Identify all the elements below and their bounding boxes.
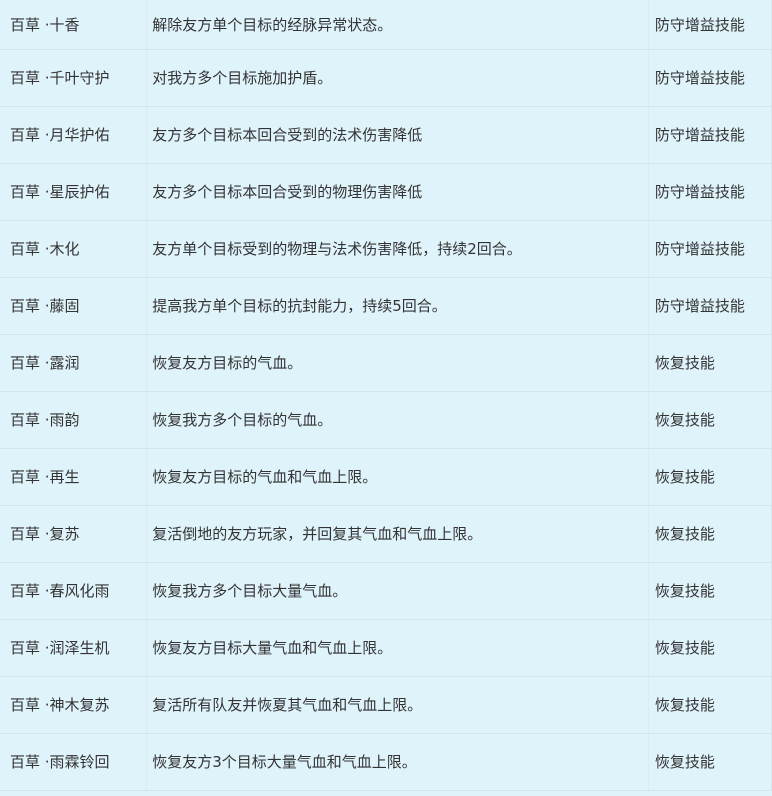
skill-description-cell: 复活所有队友并恢夏其气血和气血上限。 [146,676,649,734]
skill-description-cell: 友方单个目标受到的物理与法术伤害降低，持续2回合。 [146,220,649,278]
skill-description-cell: 恢复友方目标大量气血和气血上限。 [146,619,649,677]
table-row: 百草 ·木化 友方单个目标受到的物理与法术伤害降低，持续2回合。 防守增益技能 [0,220,772,278]
skill-type-cell: 防守增益技能 [648,277,772,335]
skill-description-cell: 对我方多个目标施加护盾。 [146,49,649,107]
table-row: 百草 ·雨韵 恢复我方多个目标的气血。 恢复技能 [0,391,772,449]
skill-name-cell: 百草 ·春风化雨 [0,562,148,620]
skill-type-cell: 恢复技能 [648,676,772,734]
skill-description-cell: 解除友方单个目标的经脉异常状态。 [146,0,649,50]
skill-description-cell: 复活倒地的友方玩家，并回复其气血和气血上限。 [146,505,649,563]
skill-type-cell: 防守增益技能 [648,0,772,50]
skill-type-cell: 恢复技能 [648,733,772,791]
skill-description-cell: 恢复友方3个目标大量气血和气血上限。 [146,733,649,791]
table-row: 百草 ·十香 解除友方单个目标的经脉异常状态。 防守增益技能 [0,0,772,50]
skill-type-cell: 防守增益技能 [648,163,772,221]
skill-table: 百草 ·十香 解除友方单个目标的经脉异常状态。 防守增益技能 百草 ·千叶守护 … [0,0,772,791]
skill-type-cell: 恢复技能 [648,391,772,449]
skill-name-cell: 百草 ·露润 [0,334,148,392]
skill-type-cell: 恢复技能 [648,619,772,677]
skill-name-cell: 百草 ·复苏 [0,505,148,563]
skill-type-cell: 恢复技能 [648,334,772,392]
skill-name-cell: 百草 ·十香 [0,0,148,50]
table-row: 百草 ·雨霖铃回 恢复友方3个目标大量气血和气血上限。 恢复技能 [0,733,772,791]
skill-description-cell: 友方多个目标本回合受到的物理伤害降低 [146,163,649,221]
table-row: 百草 ·藤固 提高我方单个目标的抗封能力，持续5回合。 防守增益技能 [0,277,772,335]
skill-description-cell: 友方多个目标本回合受到的法术伤害降低 [146,106,649,164]
skill-name-cell: 百草 ·润泽生机 [0,619,148,677]
skill-type-cell: 防守增益技能 [648,220,772,278]
table-row: 百草 ·星辰护佑 友方多个目标本回合受到的物理伤害降低 防守增益技能 [0,163,772,221]
skill-name-cell: 百草 ·雨霖铃回 [0,733,148,791]
skill-type-cell: 防守增益技能 [648,106,772,164]
skill-description-cell: 恢复我方多个目标的气血。 [146,391,649,449]
skill-name-cell: 百草 ·再生 [0,448,148,506]
skill-description-cell: 恢复友方目标的气血。 [146,334,649,392]
table-row: 百草 ·润泽生机 恢复友方目标大量气血和气血上限。 恢复技能 [0,619,772,677]
table-row: 百草 ·月华护佑 友方多个目标本回合受到的法术伤害降低 防守增益技能 [0,106,772,164]
table-row: 百草 ·再生 恢复友方目标的气血和气血上限。 恢复技能 [0,448,772,506]
skill-name-cell: 百草 ·月华护佑 [0,106,148,164]
skill-description-cell: 恢复我方多个目标大量气血。 [146,562,649,620]
table-row: 百草 ·春风化雨 恢复我方多个目标大量气血。 恢复技能 [0,562,772,620]
skill-name-cell: 百草 ·星辰护佑 [0,163,148,221]
table-row: 百草 ·神木复苏 复活所有队友并恢夏其气血和气血上限。 恢复技能 [0,676,772,734]
table-row: 百草 ·复苏 复活倒地的友方玩家，并回复其气血和气血上限。 恢复技能 [0,505,772,563]
skill-type-cell: 恢复技能 [648,505,772,563]
skill-name-cell: 百草 ·千叶守护 [0,49,148,107]
skill-name-cell: 百草 ·藤固 [0,277,148,335]
skill-description-cell: 恢复友方目标的气血和气血上限。 [146,448,649,506]
skill-name-cell: 百草 ·木化 [0,220,148,278]
table-row: 百草 ·千叶守护 对我方多个目标施加护盾。 防守增益技能 [0,49,772,107]
skill-name-cell: 百草 ·神木复苏 [0,676,148,734]
skill-type-cell: 恢复技能 [648,562,772,620]
skill-description-cell: 提高我方单个目标的抗封能力，持续5回合。 [146,277,649,335]
skill-table-body: 百草 ·十香 解除友方单个目标的经脉异常状态。 防守增益技能 百草 ·千叶守护 … [0,0,772,791]
skill-type-cell: 防守增益技能 [648,49,772,107]
table-row: 百草 ·露润 恢复友方目标的气血。 恢复技能 [0,334,772,392]
skill-name-cell: 百草 ·雨韵 [0,391,148,449]
skill-type-cell: 恢复技能 [648,448,772,506]
